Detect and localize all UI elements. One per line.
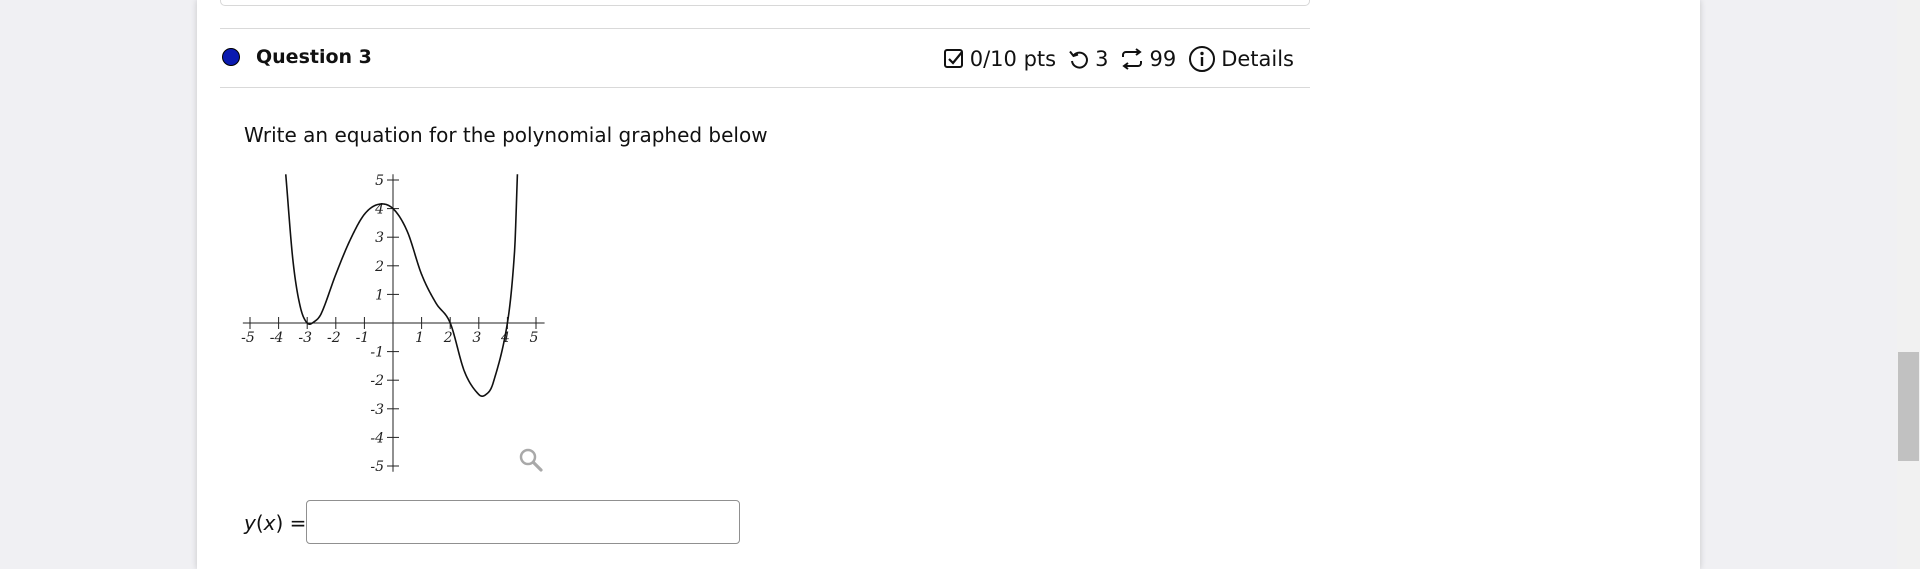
x-tick-label: -5	[241, 330, 255, 346]
x-tick-label: 2	[443, 330, 453, 346]
x-tick-label: -4	[270, 330, 284, 346]
x-tick-label: -1	[356, 330, 370, 346]
y-tick-label: -5	[370, 459, 384, 475]
versions-text: 99	[1149, 47, 1177, 71]
y-tick-label: 3	[375, 230, 384, 246]
retries-text: 3	[1095, 47, 1109, 71]
header-divider-top	[220, 28, 1310, 29]
scrollbar-thumb[interactable]	[1898, 352, 1919, 461]
question-status-dot	[222, 48, 240, 66]
answer-label: y(x) =	[244, 511, 307, 535]
header-divider-bottom	[220, 87, 1310, 88]
y-tick-label: -2	[370, 373, 384, 389]
y-tick-label: 5	[375, 173, 384, 189]
polynomial-graph: -5 -4 -3 -2 -1 1 2 3 4 554321-1-2-3-4-5	[241, 173, 545, 475]
x-tick-label: 3	[472, 330, 481, 346]
details-link[interactable]: Details	[1221, 47, 1294, 71]
x-tick-label: 1	[415, 330, 424, 346]
x-tick-label: -3	[298, 330, 312, 346]
retry-icon	[1068, 48, 1090, 70]
points-text: 0/10 pts	[969, 47, 1057, 71]
magnifier-icon[interactable]	[518, 447, 544, 477]
y-tick-label: -3	[370, 402, 384, 418]
question-title: Question 3	[256, 46, 372, 68]
versions-icon	[1120, 48, 1144, 70]
y-tick-label: 1	[375, 287, 384, 303]
previous-question-box	[220, 0, 1310, 6]
x-tick-label: -2	[327, 330, 341, 346]
question-meta: 0/10 pts 3 99 Details	[943, 44, 1294, 74]
scrollbar-track[interactable]	[1897, 0, 1920, 569]
answer-input[interactable]	[306, 500, 740, 544]
y-tick-label: -4	[370, 430, 384, 446]
y-tick-label: -1	[370, 345, 384, 361]
checkbox-icon	[943, 48, 965, 70]
polynomial-curve	[284, 174, 519, 397]
question-prompt: Write an equation for the polynomial gra…	[244, 123, 768, 147]
info-icon[interactable]	[1188, 45, 1216, 73]
x-tick-label: 5	[530, 330, 539, 346]
y-tick-label: 2	[374, 259, 384, 275]
